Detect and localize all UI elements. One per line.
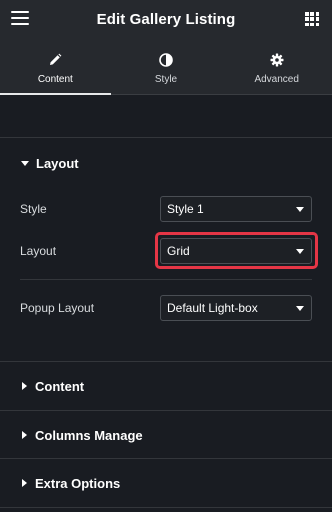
dropdown-arrow-icon — [296, 207, 304, 212]
section-columns-manage-title: Columns Manage — [35, 427, 143, 443]
tab-content[interactable]: Content — [0, 38, 111, 95]
grid-apps-icon[interactable] — [305, 12, 319, 26]
divider — [0, 507, 332, 508]
panel-spacer — [0, 96, 332, 138]
layout-control-label: Layout — [20, 244, 57, 258]
tab-style[interactable]: Style — [111, 38, 222, 94]
section-content-title: Content — [35, 378, 85, 394]
style-control-label: Style — [20, 202, 47, 216]
caret-down-icon — [21, 160, 29, 166]
section-layout-header[interactable]: Layout — [0, 139, 332, 187]
caret-right-icon — [22, 382, 27, 390]
tab-style-label: Style — [154, 74, 178, 85]
panel-header: Edit Gallery Listing — [0, 0, 332, 38]
tab-advanced[interactable]: Advanced — [221, 38, 332, 94]
gear-icon — [269, 52, 285, 68]
hamburger-menu-icon[interactable] — [11, 11, 29, 25]
section-layout-title: Layout — [36, 155, 79, 171]
caret-right-icon — [22, 479, 27, 487]
caret-right-icon — [22, 431, 27, 439]
style-select-value: Style 1 — [167, 202, 204, 216]
editor-tabs: Content Style Advanced — [0, 38, 332, 95]
section-content-header[interactable]: Content — [0, 362, 332, 410]
tab-content-label: Content — [37, 74, 73, 85]
section-extra-options-title: Extra Options — [35, 475, 121, 491]
tab-advanced-label: Advanced — [254, 74, 299, 85]
divider — [20, 279, 312, 280]
style-select[interactable]: Style 1 — [160, 196, 312, 222]
dropdown-arrow-icon — [296, 306, 304, 311]
popup-layout-select[interactable]: Default Light-box — [160, 295, 312, 321]
section-columns-manage-header[interactable]: Columns Manage — [0, 411, 332, 459]
half-circle-icon — [158, 52, 174, 68]
pencil-icon — [47, 52, 63, 68]
popup-layout-control-label: Popup Layout — [20, 301, 95, 315]
panel-title: Edit Gallery Listing — [96, 10, 236, 28]
section-extra-options-header[interactable]: Extra Options — [0, 459, 332, 507]
highlight-annotation — [155, 232, 318, 269]
popup-layout-select-value: Default Light-box — [167, 301, 258, 315]
